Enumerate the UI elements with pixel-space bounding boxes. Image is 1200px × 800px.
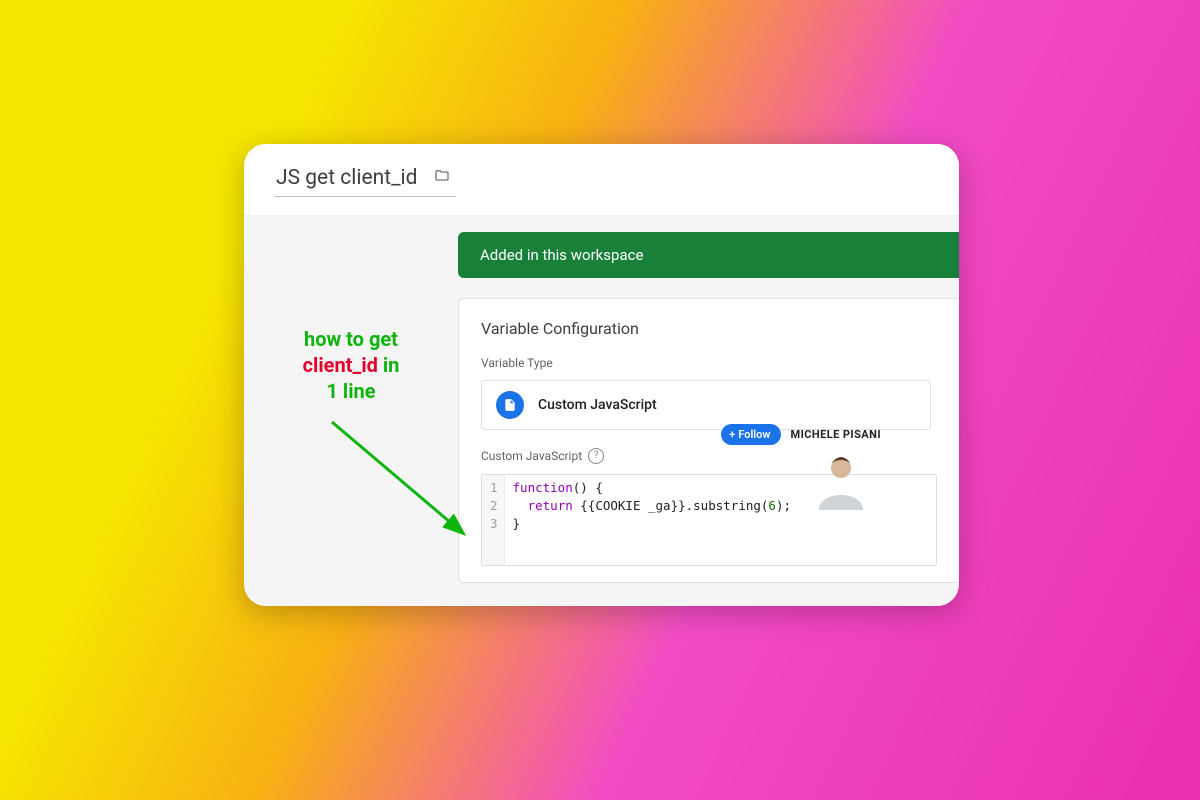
variable-type-label: Variable Type <box>481 356 937 370</box>
annotation-line-2: client_id in <box>244 352 458 378</box>
arrow-icon <box>324 414 494 564</box>
annotation-line-1: how to get <box>244 326 458 352</box>
main-column: Added in this workspace Variable Configu… <box>458 216 959 606</box>
variable-configuration-card[interactable]: Variable Configuration Variable Type Cus… <box>458 298 959 583</box>
author-avatar <box>809 446 873 510</box>
follow-label: Follow <box>738 428 770 441</box>
code-content[interactable]: function() { return {{COOKIE _ga}}.subst… <box>505 475 799 565</box>
variable-name-input[interactable]: JS get client_id <box>276 166 418 190</box>
gtm-panel: JS get client_id how to get client_id in… <box>244 144 959 606</box>
help-icon[interactable]: ? <box>588 448 604 464</box>
panel-body: how to get client_id in 1 line Added in … <box>244 216 959 606</box>
title-row: JS get client_id <box>274 166 456 197</box>
document-icon <box>496 391 524 419</box>
variable-type-name: Custom JavaScript <box>538 397 657 413</box>
folder-icon[interactable] <box>432 168 452 188</box>
author-name: MICHELE PISANI <box>791 428 881 441</box>
author-overlay: + Follow MICHELE PISANI <box>721 424 881 445</box>
follow-button[interactable]: + Follow <box>721 424 780 445</box>
left-gutter: how to get client_id in 1 line <box>244 216 458 606</box>
plus-icon: + <box>729 428 735 441</box>
section-title: Variable Configuration <box>481 319 937 338</box>
workspace-banner-text: Added in this workspace <box>480 246 643 264</box>
gradient-background: JS get client_id how to get client_id in… <box>0 0 1200 800</box>
annotation-line-3: 1 line <box>244 378 458 404</box>
annotation-text: how to get client_id in 1 line <box>244 326 458 404</box>
panel-header: JS get client_id <box>244 144 959 216</box>
workspace-banner: Added in this workspace <box>458 232 959 278</box>
variable-type-selector[interactable]: Custom JavaScript <box>481 380 931 430</box>
